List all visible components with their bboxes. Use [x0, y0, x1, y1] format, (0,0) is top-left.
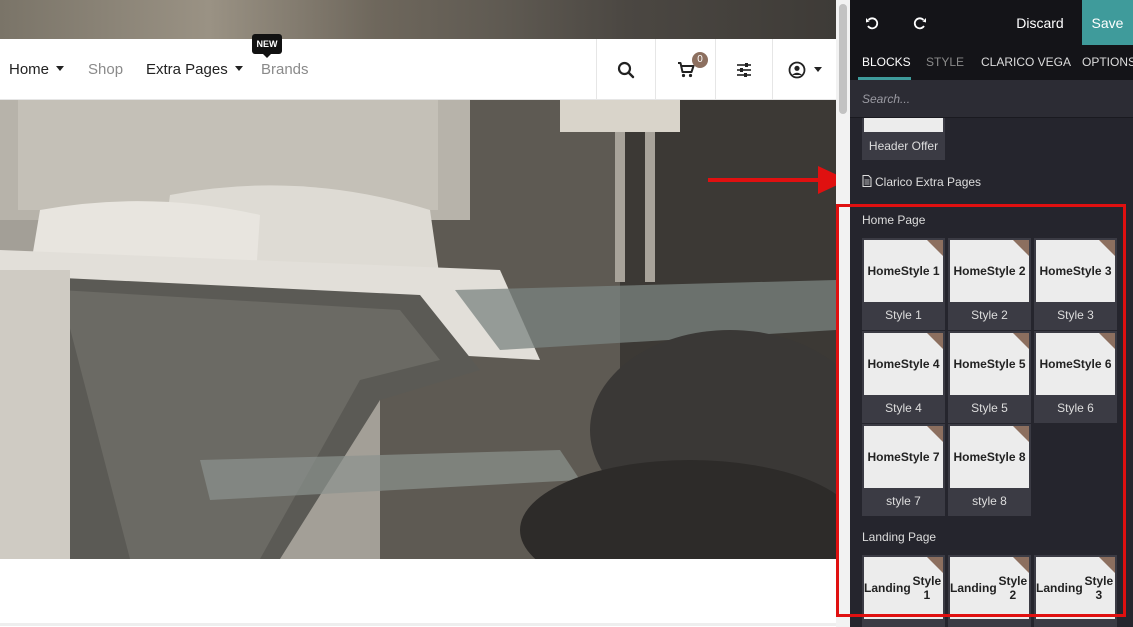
snippet-thumbnail [864, 118, 943, 132]
tab-clarico-vega[interactable]: CLARICO VEGA [981, 55, 1071, 69]
snippet-caption: Header Offer [868, 139, 939, 153]
tab-options[interactable]: OPTIONS [1082, 55, 1133, 69]
redo-icon [913, 16, 926, 29]
nav-extra-pages-dropdown[interactable]: Extra Pages [146, 61, 243, 79]
file-icon [862, 175, 872, 187]
user-menu-button[interactable] [772, 39, 836, 100]
tab-style[interactable]: STYLE [926, 55, 964, 69]
snippet-category-label: Clarico Extra Pages [875, 175, 982, 189]
search-button[interactable] [596, 39, 655, 100]
chevron-down-icon [813, 67, 822, 72]
cart-button[interactable]: 0 [655, 39, 715, 100]
hero-bedroom-image [0, 100, 836, 559]
snippet-category-clarico-extra-pages[interactable]: Clarico Extra Pages [862, 175, 981, 189]
sidebar-scrollbar[interactable] [1126, 118, 1133, 627]
page-scrollbar-thumb[interactable] [839, 4, 847, 114]
snippet-search [850, 80, 1133, 118]
nav-home-dropdown[interactable]: Home [9, 61, 65, 79]
filter-button[interactable] [715, 39, 772, 100]
annotation-arrow-line [708, 178, 823, 182]
save-button[interactable]: Save [1082, 0, 1133, 45]
discard-button[interactable]: Discard [1010, 0, 1070, 45]
undo-button[interactable] [858, 0, 886, 45]
nav-extra-pages-label: Extra Pages [146, 61, 228, 78]
editor-tabs: BLOCKS STYLE CLARICO VEGA OPTIONS [850, 45, 1133, 80]
sliders-icon [737, 62, 751, 77]
chevron-down-icon [56, 66, 65, 71]
tab-blocks[interactable]: BLOCKS [862, 55, 911, 69]
header-background-image [0, 0, 836, 39]
divider [0, 623, 836, 626]
nav-brands-link[interactable]: Brands [261, 61, 309, 79]
user-circle-icon [788, 61, 805, 78]
snippet-search-input[interactable] [850, 80, 1133, 118]
snippet-header-offer[interactable]: Header Offer [862, 118, 945, 160]
cart-count-badge: 0 [692, 52, 708, 68]
nav-home-label: Home [9, 61, 50, 78]
website-preview: Home Shop Extra Pages Brands NEW 0 [0, 0, 836, 627]
shopping-cart-icon [677, 61, 694, 77]
editor-topbar: Discard Save [850, 0, 1133, 45]
nav-shop-link[interactable]: Shop [88, 61, 123, 79]
annotation-highlight-box [836, 204, 1126, 617]
chevron-down-icon [234, 66, 243, 71]
undo-icon [866, 16, 879, 29]
page-content-below-hero [0, 559, 836, 627]
redo-button[interactable] [906, 0, 934, 45]
search-icon [617, 61, 635, 78]
new-badge: NEW [252, 34, 282, 58]
